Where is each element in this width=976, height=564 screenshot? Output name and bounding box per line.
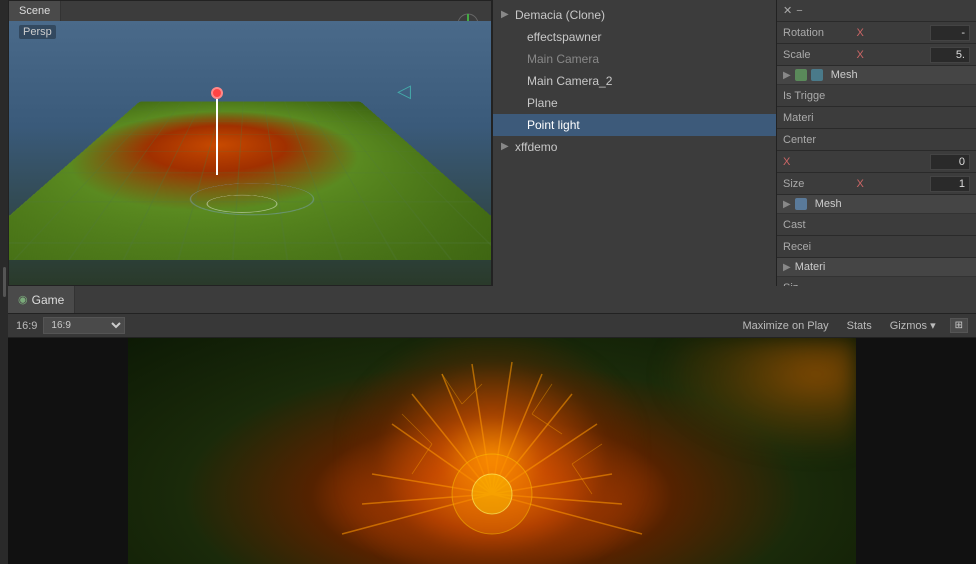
mesh-renderer-arrow-icon: ▶ xyxy=(783,199,791,210)
hierarchy-item-main-camera[interactable]: Main Camera xyxy=(493,48,776,70)
stats-btn[interactable]: Stats xyxy=(843,319,876,333)
aspect-ratio-select[interactable]: 16:9 4:3 Free Aspect xyxy=(43,317,125,334)
scene-light-ball xyxy=(211,87,223,99)
mesh-label: Mesh xyxy=(831,69,858,81)
scene-grid-plane xyxy=(9,102,491,260)
expand-btn[interactable]: ⊞ xyxy=(950,318,968,333)
size-x-axis: X xyxy=(857,178,931,190)
receive-shadows-row: Recei xyxy=(777,236,976,258)
maximize-on-play-btn[interactable]: Maximize on Play xyxy=(738,319,832,333)
game-left-bar xyxy=(8,338,68,564)
scene-persp-label: Persp xyxy=(19,25,56,39)
game-tabbar: ◉ Game xyxy=(8,286,976,314)
mesh-section-header[interactable]: ▶ Mesh xyxy=(777,66,976,85)
materials-arrow-icon: ▶ xyxy=(783,262,791,273)
game-tab-label: Game xyxy=(32,293,65,307)
center-x-axis: X xyxy=(783,156,930,168)
scale-x-input[interactable] xyxy=(930,47,970,63)
game-controls-bar: 16:9 16:9 4:3 Free Aspect Maximize on Pl… xyxy=(8,314,976,338)
game-view xyxy=(128,338,856,564)
left-resize-handle[interactable] xyxy=(0,0,8,564)
game-view-container xyxy=(8,338,976,564)
materials-size-row: Siz xyxy=(777,277,976,286)
scale-x-axis: X xyxy=(857,49,931,61)
rotation-x-input[interactable] xyxy=(930,25,970,41)
hierarchy-item-point-light[interactable]: Point light xyxy=(493,114,776,136)
inspector-minus-icon[interactable]: − xyxy=(796,5,802,17)
mesh-arrow-icon: ▶ xyxy=(783,70,791,81)
game-controls-right: Maximize on Play Stats Gizmos ▾ ⊞ xyxy=(738,318,968,333)
center-x-input[interactable] xyxy=(930,154,970,170)
inspector-x-icon[interactable]: ✕ xyxy=(783,4,792,17)
scene-gizmo-arrow: ◁ xyxy=(397,81,411,102)
hierarchy-item-arrow-demacia-clone: ▶ xyxy=(501,6,511,24)
top-section: Scene ◁ Persp xyxy=(8,0,976,286)
is-trigger-label: Is Trigge xyxy=(783,90,970,102)
hierarchy-item-plane[interactable]: Plane xyxy=(493,92,776,114)
inspector-rows: ✕ − Rotation X Scale X ▶ xyxy=(777,0,976,286)
hierarchy-item-label-main-camera: Main Camera xyxy=(527,50,599,68)
rotation-x-axis: X xyxy=(857,27,931,39)
scene-view: Scene ◁ Persp xyxy=(8,0,492,286)
game-tab-icon: ◉ xyxy=(18,293,28,306)
hierarchy-item-label-main-camera-2: Main Camera_2 xyxy=(527,72,612,90)
hierarchy-panel: ▶Demacia (Clone)effectspawnerMain Camera… xyxy=(492,0,776,286)
inspector-panel: ✕ − Rotation X Scale X ▶ xyxy=(776,0,976,286)
is-trigger-row: Is Trigge xyxy=(777,85,976,107)
gizmos-arrow-icon: ▾ xyxy=(930,320,936,332)
hierarchy-item-effectspawner[interactable]: effectspawner xyxy=(493,26,776,48)
hierarchy-items-list: ▶Demacia (Clone)effectspawnerMain Camera… xyxy=(493,0,776,162)
hierarchy-item-label-demacia-clone: Demacia (Clone) xyxy=(515,6,605,24)
material-row: Materi xyxy=(777,107,976,129)
receive-shadows-label: Recei xyxy=(783,241,970,253)
materials-section-header[interactable]: ▶ Materi xyxy=(777,258,976,277)
size-x-input[interactable] xyxy=(930,176,970,192)
mesh-renderer-label: Mesh xyxy=(815,198,842,210)
material-label: Materi xyxy=(783,112,970,124)
game-right-bar xyxy=(916,338,976,564)
hierarchy-item-label-effectspawner: effectspawner xyxy=(527,28,602,46)
scene-light-post xyxy=(216,95,218,175)
mesh-icon xyxy=(811,69,823,81)
hierarchy-item-label-point-light: Point light xyxy=(527,116,580,134)
scale-row: Scale X xyxy=(777,44,976,66)
scene-tab[interactable]: Scene xyxy=(9,1,61,21)
game-canvas xyxy=(128,338,856,564)
hierarchy-item-demacia-clone[interactable]: ▶Demacia (Clone) xyxy=(493,4,776,26)
hierarchy-item-arrow-xffdemo: ▶ xyxy=(501,138,511,156)
gizmos-btn[interactable]: Gizmos ▾ xyxy=(886,318,940,333)
game-tab[interactable]: ◉ Game xyxy=(8,286,75,313)
cast-shadows-label: Cast xyxy=(783,219,970,231)
mesh-color-box xyxy=(795,69,807,81)
hierarchy-item-main-camera-2[interactable]: Main Camera_2 xyxy=(493,70,776,92)
scene-tab-bar: Scene xyxy=(9,1,491,21)
size-label: Size xyxy=(783,178,857,190)
mesh-renderer-icon xyxy=(795,198,807,210)
rotation-row: Rotation X xyxy=(777,22,976,44)
hierarchy-item-label-plane: Plane xyxy=(527,94,558,112)
bottom-section: ◉ Game 16:9 16:9 4:3 Free Aspect Maximiz… xyxy=(8,286,976,564)
fire-tendrils-svg xyxy=(332,344,652,564)
size-row: Size X xyxy=(777,173,976,195)
materials-label: Materi xyxy=(795,261,826,273)
inspector-close-row: ✕ − xyxy=(777,0,976,22)
mesh-renderer-header[interactable]: ▶ Mesh xyxy=(777,195,976,214)
scale-label: Scale xyxy=(783,49,857,61)
game-controls-left: 16:9 16:9 4:3 Free Aspect xyxy=(16,317,125,334)
center-label: Center xyxy=(783,134,970,146)
scene-canvas: ◁ Persp xyxy=(9,21,491,285)
hierarchy-item-xffdemo[interactable]: ▶xffdemo xyxy=(493,136,776,158)
rotation-label: Rotation xyxy=(783,27,857,39)
aspect-ratio-label: 16:9 xyxy=(16,320,37,332)
center-row: Center xyxy=(777,129,976,151)
hierarchy-item-label-xffdemo: xffdemo xyxy=(515,138,557,156)
gizmos-label: Gizmos xyxy=(890,320,927,332)
cast-shadows-row: Cast xyxy=(777,214,976,236)
main-area: Scene ◁ Persp xyxy=(8,0,976,564)
center-x-row: X xyxy=(777,151,976,173)
smoke-right-effect xyxy=(656,338,856,458)
